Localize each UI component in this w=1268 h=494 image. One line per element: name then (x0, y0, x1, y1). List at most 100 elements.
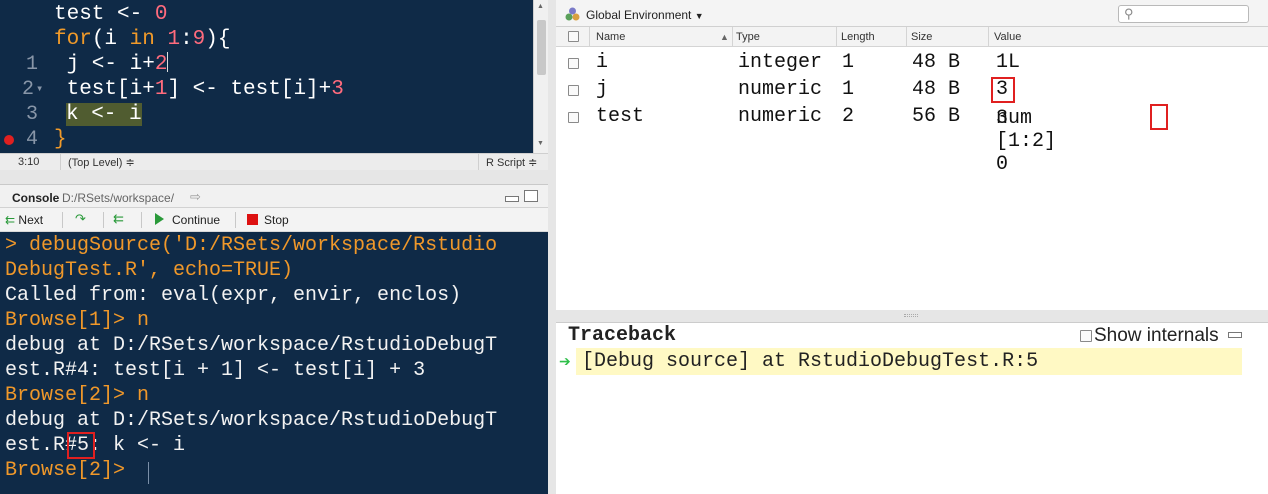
console-header: Console D:/RSets/workspace/ ⇨ (0, 184, 548, 208)
table-row[interactable]: i integer 1 48 B 1L (556, 49, 1268, 76)
var-value-last: 3 (996, 107, 1009, 130)
code-token: 1 (167, 28, 181, 51)
var-name: i (596, 51, 609, 74)
select-all-checkbox[interactable] (568, 31, 579, 42)
code-line-6[interactable]: 6 } (0, 127, 533, 152)
line-ref-highlight-box (67, 432, 95, 459)
next-label: Next (18, 213, 44, 227)
search-icon: ⚲ (1124, 6, 1134, 21)
column-name[interactable]: Name (596, 31, 625, 43)
changed-value-highlight-box (991, 77, 1015, 103)
step-out-icon[interactable]: ⇇ (113, 211, 124, 227)
code-token: for (54, 28, 92, 51)
scroll-down-arrow-icon[interactable]: ▼ (537, 140, 544, 147)
scrollbar-thumb[interactable] (537, 20, 546, 75)
console-prompt[interactable]: Browse[2]> (5, 458, 137, 483)
var-length: 2 (842, 105, 855, 128)
debug-toolbar: ⇇ Next ↷ ⇇ Continue Stop (0, 208, 548, 232)
code-token: 2 (154, 53, 168, 76)
code-line-2[interactable]: 2 ▾ for(i in 1:9){ (0, 27, 533, 101)
environment-table: Name ▲ Type Length Size Value i integer … (556, 27, 1268, 310)
console-line: Browse[2]> n (5, 384, 150, 407)
console-tab[interactable]: Console (12, 191, 59, 205)
var-type: integer (738, 51, 823, 74)
traceback-pane: Traceback Show internals ➔ [Debug source… (556, 322, 1268, 494)
column-value[interactable]: Value (994, 31, 1021, 43)
code-token: ){ (205, 28, 231, 51)
stop-label: Stop (264, 213, 289, 227)
console-line: debug at D:/RSets/workspace/RstudioDebug… (5, 409, 498, 432)
environment-scope-label: Global Environment (586, 8, 692, 22)
code-token: j <- i+ (54, 53, 155, 76)
cursor-position: 3:10 (18, 156, 40, 168)
source-editor: 1 test <- 0 2 ▾ for(i in 1:9){ 3 j <- i+2… (0, 0, 548, 170)
stop-button[interactable]: Stop (247, 213, 289, 227)
minimize-icon[interactable] (1228, 332, 1242, 338)
console-line: Called from: eval(expr, envir, enclos) (5, 284, 462, 307)
environment-scope-dropdown[interactable]: Global Environment ▼ (586, 8, 704, 22)
maximize-icon[interactable] (524, 190, 538, 202)
table-header: Name ▲ Type Length Size Value (556, 27, 1268, 47)
chevron-down-icon: ▼ (694, 11, 704, 21)
table-row[interactable]: j numeric 1 48 B 3 (556, 76, 1268, 103)
console-line: est.R#5: k <- i (5, 434, 186, 457)
console-line: DebugTest.R', echo=TRUE) (5, 259, 294, 282)
traceback-title: Traceback (568, 324, 677, 347)
code-token: test[i+ (54, 78, 155, 101)
code-token: 1 (154, 78, 168, 101)
var-value: 1L (996, 51, 1021, 74)
code-token: 0 (154, 3, 168, 26)
horizontal-splitter[interactable] (556, 310, 1268, 322)
current-debug-line-text: k <- i (66, 103, 142, 126)
column-type[interactable]: Type (736, 31, 760, 43)
code-line-1[interactable]: 1 test <- 0 (0, 2, 533, 76)
console-output[interactable]: > debugSource('D:/RSets/workspace/Rstudi… (0, 232, 548, 494)
table-row[interactable]: test numeric 2 56 B num [1:2] 0 3 (556, 103, 1268, 176)
sort-up-icon[interactable]: ▲ (720, 32, 729, 42)
code-token: 3 (331, 78, 344, 101)
go-to-directory-icon[interactable]: ⇨ (190, 189, 201, 205)
code-token: } (54, 128, 67, 151)
continue-button[interactable]: Continue (155, 213, 220, 227)
text-cursor (167, 52, 169, 72)
horizontal-splitter[interactable] (0, 170, 548, 184)
text-cursor (148, 462, 149, 484)
row-checkbox[interactable] (568, 58, 579, 69)
var-size: 56 B (912, 105, 961, 128)
var-name: j (596, 78, 609, 101)
scroll-up-arrow-icon[interactable]: ▲ (537, 3, 544, 10)
row-checkbox[interactable] (568, 112, 579, 123)
frame-label: [Debug source] at RstudioDebugTest.R:5 (582, 350, 1039, 373)
environment-search-input[interactable]: ⚲ (1118, 5, 1249, 23)
stop-icon (247, 214, 258, 225)
show-internals-toggle[interactable]: Show internals (1080, 325, 1219, 347)
var-size: 48 B (912, 78, 961, 101)
next-button[interactable]: ⇇ Next (5, 213, 43, 227)
traceback-frame[interactable]: [Debug source] at RstudioDebugTest.R:5 (576, 348, 1242, 375)
current-frame-arrow-icon: ➔ (559, 353, 571, 369)
console-line: est.R#4: test[i + 1] <- test[i] + 3 (5, 359, 426, 382)
minimize-icon[interactable] (505, 196, 519, 202)
step-into-icon[interactable]: ↷ (75, 211, 86, 227)
continue-label: Continue (172, 213, 221, 227)
row-checkbox[interactable] (568, 85, 579, 96)
editor-scrollbar[interactable]: ▲ ▼ (533, 0, 548, 153)
changed-value-highlight-box (1150, 104, 1168, 130)
environment-toolbar: Global Environment ▼ ⚲ (556, 0, 1268, 27)
code-area[interactable]: 1 test <- 0 2 ▾ for(i in 1:9){ 3 j <- i+2… (0, 0, 533, 153)
filetype-selector[interactable]: R Script ≑ (486, 156, 537, 169)
show-internals-checkbox[interactable] (1080, 330, 1092, 342)
var-type: numeric (738, 78, 823, 101)
column-length[interactable]: Length (841, 31, 875, 43)
code-line-5[interactable]: ➔ 5 k <- i (0, 102, 533, 127)
scope-selector[interactable]: (Top Level) ≑ (68, 156, 135, 169)
column-size[interactable]: Size (911, 31, 932, 43)
environment-icon (565, 7, 580, 21)
editor-status-bar: 3:10 (Top Level) ≑ R Script ≑ (0, 153, 548, 170)
code-line-4[interactable]: 4 test[i+1] <- test[i]+3 (0, 77, 533, 151)
code-token: : (180, 28, 193, 51)
code-line-3[interactable]: 3 j <- i+2 (0, 52, 533, 126)
console-line: debug at D:/RSets/workspace/RstudioDebug… (5, 334, 498, 357)
code-token: test <- (54, 3, 155, 26)
